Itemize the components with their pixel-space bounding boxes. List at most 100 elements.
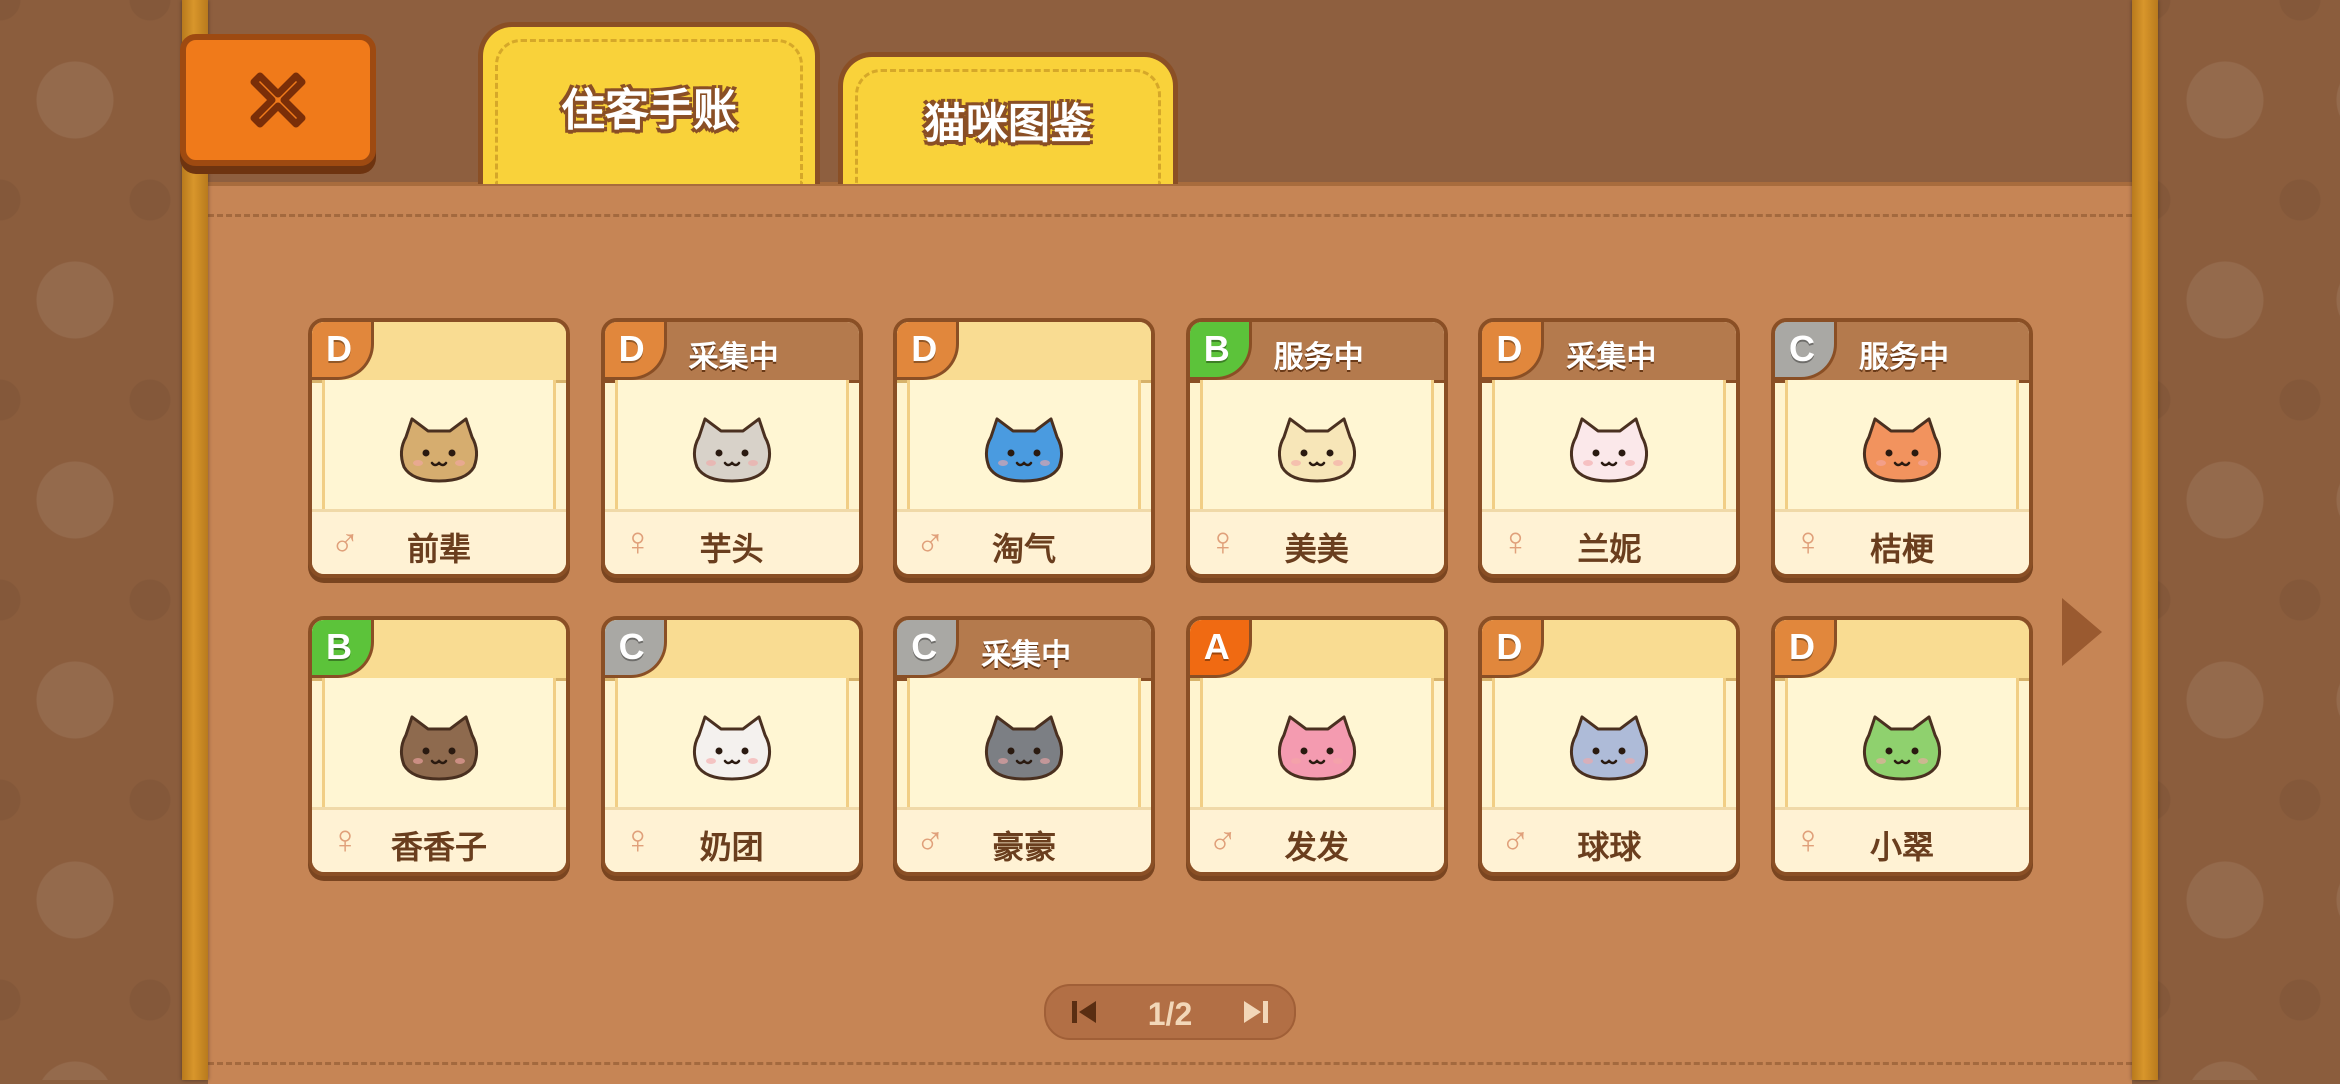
card-portrait-area <box>907 678 1142 810</box>
card-footer: ♀ 桔梗 <box>1775 509 2029 574</box>
grade-badge: D <box>604 322 667 380</box>
card-portrait-area <box>1492 380 1727 512</box>
cat-name: 美美 <box>1284 531 1349 567</box>
card-footer: ♂ 淘气 <box>897 509 1152 574</box>
stitch-line-bottom <box>208 1062 2132 1065</box>
card-portrait-area <box>614 678 849 810</box>
cat-portrait-icon <box>398 715 480 781</box>
status-label: 服务中 <box>1859 341 1949 374</box>
cat-name: 发发 <box>1284 829 1349 865</box>
status-label: 采集中 <box>981 639 1072 672</box>
grade-badge: C <box>897 620 960 678</box>
grade-badge: D <box>897 322 960 380</box>
cat-name: 前辈 <box>406 531 471 567</box>
card-portrait-area <box>322 678 556 810</box>
card-header: D <box>897 322 1152 383</box>
cat-card[interactable]: D ♂ 球球 <box>1478 616 1741 876</box>
cat-portrait-icon <box>1861 715 1943 781</box>
cat-card[interactable]: D 采集中 ♀ 芋头 <box>600 318 863 578</box>
cat-card[interactable]: D 采集中 ♀ 兰妮 <box>1478 318 1741 578</box>
cat-portrait-icon <box>1861 417 1943 483</box>
cat-card[interactable]: D ♂ 前辈 <box>308 318 570 578</box>
cat-portrait-icon <box>691 417 773 483</box>
cat-name: 桔梗 <box>1869 531 1934 567</box>
card-portrait-area <box>1785 380 2019 512</box>
card-footer: ♀ 奶团 <box>604 807 859 872</box>
grade-badge: D <box>1775 620 1837 678</box>
status-label: 服务中 <box>1273 341 1364 374</box>
cat-card[interactable]: D ♀ 小翠 <box>1771 616 2033 876</box>
cat-portrait-icon <box>1568 417 1650 483</box>
left-background-pattern <box>0 0 190 1080</box>
cat-portrait-icon <box>983 417 1065 483</box>
grade-badge: B <box>1189 322 1252 380</box>
card-header: D <box>312 322 566 383</box>
cat-portrait-icon <box>398 417 480 483</box>
last-page-icon[interactable] <box>1242 998 1270 1026</box>
card-portrait-area <box>1785 678 2019 810</box>
grade-badge: A <box>1189 620 1252 678</box>
cat-name: 淘气 <box>992 531 1057 567</box>
grade-badge: C <box>1775 322 1837 380</box>
cat-name: 奶团 <box>699 829 764 865</box>
cat-portrait-icon <box>1568 715 1650 781</box>
cat-portrait-icon <box>983 715 1065 781</box>
cat-card[interactable]: C 采集中 ♂ 豪豪 <box>893 616 1156 876</box>
card-portrait-area <box>614 380 849 512</box>
cat-name: 兰妮 <box>1577 531 1642 567</box>
status-label: 采集中 <box>688 341 779 374</box>
card-header: C <box>604 620 859 681</box>
card-portrait-area <box>1199 678 1434 810</box>
card-header: B <box>312 620 566 681</box>
cat-name: 球球 <box>1577 829 1642 865</box>
grade-badge: D <box>1482 322 1545 380</box>
card-header: D 采集中 <box>1482 322 1737 383</box>
cat-name: 豪豪 <box>992 829 1057 865</box>
card-portrait-area <box>907 380 1142 512</box>
right-rail <box>2132 0 2158 1080</box>
cat-card[interactable]: C ♀ 奶团 <box>600 616 863 876</box>
cat-card[interactable]: A ♂ 发发 <box>1185 616 1448 876</box>
stitch-line-top <box>208 214 2132 217</box>
grade-badge: C <box>604 620 667 678</box>
tab-guest-journal-label: 住客手账 <box>561 85 737 135</box>
card-header: A <box>1189 620 1444 681</box>
cat-portrait-icon <box>1276 715 1358 781</box>
card-footer: ♂ 前辈 <box>312 509 566 574</box>
card-footer: ♀ 美美 <box>1189 509 1444 574</box>
cat-card[interactable]: B ♀ 香香子 <box>308 616 570 876</box>
grade-badge: D <box>312 322 374 380</box>
grade-badge: D <box>1482 620 1545 678</box>
card-footer: ♂ 发发 <box>1189 807 1444 872</box>
tab-cat-encyclopedia-label: 猫咪图鉴 <box>923 100 1092 147</box>
card-header: D 采集中 <box>604 322 859 383</box>
card-portrait-area <box>1199 380 1434 512</box>
pager: 1/2 <box>1044 984 1296 1040</box>
close-icon <box>250 72 306 128</box>
tab-guest-journal[interactable]: 住客手账 <box>478 22 820 184</box>
card-footer: ♀ 兰妮 <box>1482 509 1737 574</box>
cat-name: 芋头 <box>699 531 764 567</box>
right-background-pattern <box>2150 0 2340 1080</box>
close-button[interactable] <box>180 34 376 166</box>
cat-portrait-icon <box>1276 417 1358 483</box>
cat-card[interactable]: D ♂ 淘气 <box>893 318 1156 578</box>
card-footer: ♂ 球球 <box>1482 807 1737 872</box>
cat-name: 香香子 <box>390 829 487 865</box>
next-page-arrow-icon[interactable] <box>2058 594 2106 670</box>
card-header: D <box>1775 620 2029 681</box>
cat-card[interactable]: B 服务中 ♀ 美美 <box>1185 318 1448 578</box>
card-portrait-area <box>1492 678 1727 810</box>
cat-portrait-icon <box>691 715 773 781</box>
card-footer: ♂ 豪豪 <box>897 807 1152 872</box>
card-footer: ♀ 香香子 <box>312 807 566 872</box>
card-header: C 服务中 <box>1775 322 2029 383</box>
cat-card[interactable]: C 服务中 ♀ 桔梗 <box>1771 318 2033 578</box>
cat-name: 小翠 <box>1869 829 1934 865</box>
card-footer: ♀ 小翠 <box>1775 807 2029 872</box>
card-portrait-area <box>322 380 556 512</box>
card-header: C 采集中 <box>897 620 1152 681</box>
grade-badge: B <box>312 620 374 678</box>
card-header: B 服务中 <box>1189 322 1444 383</box>
tab-cat-encyclopedia[interactable]: 猫咪图鉴 <box>838 52 1178 184</box>
